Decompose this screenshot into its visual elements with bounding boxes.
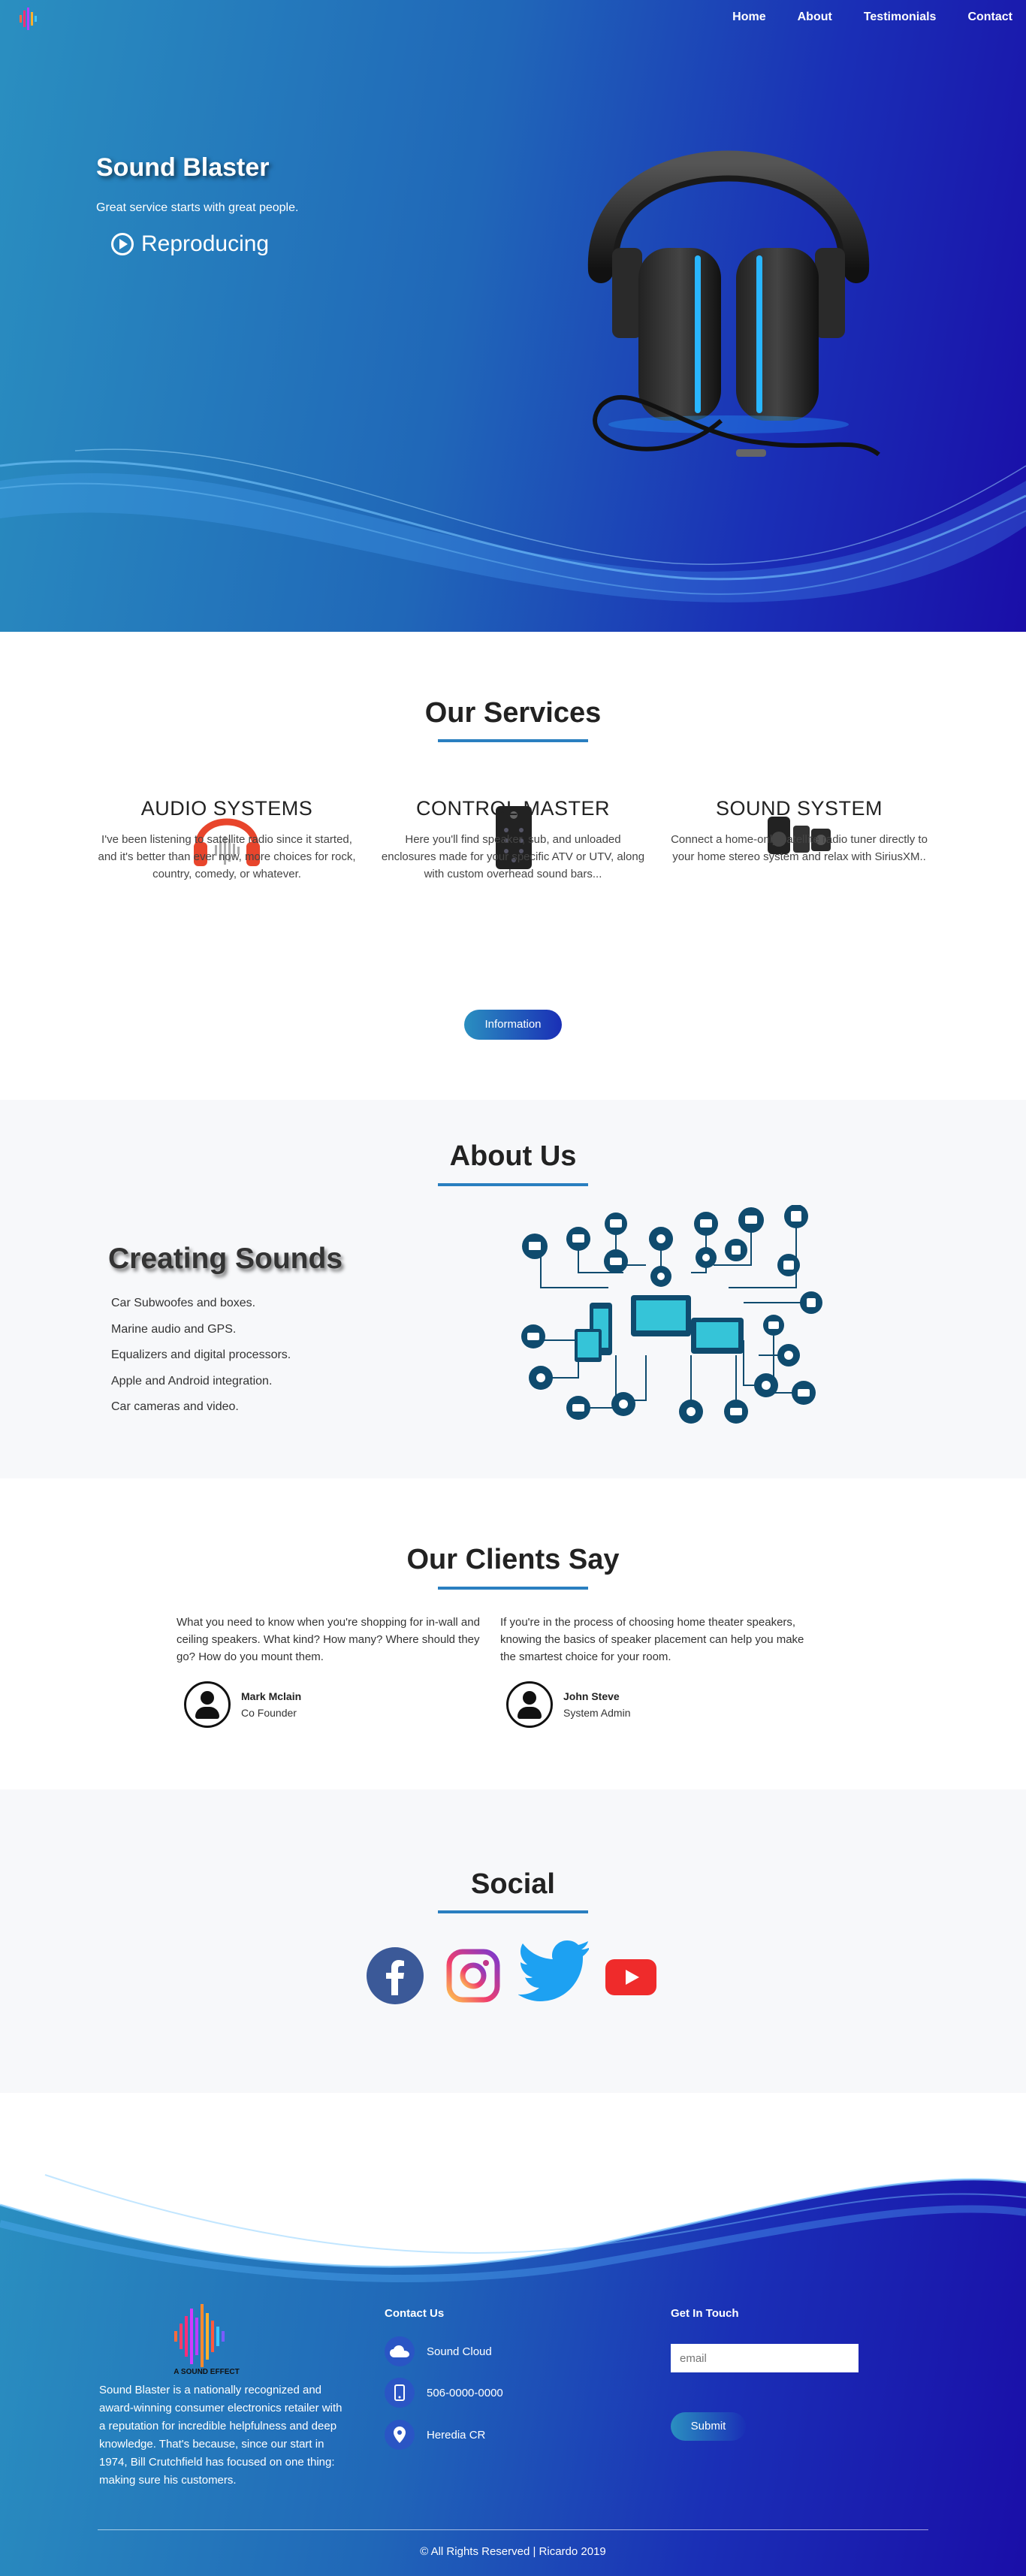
service-title: AUDIO SYSTEMS [140, 797, 313, 820]
headphones-hero-image [587, 150, 880, 457]
testimonial-quote: If you're in the process of choosing hom… [500, 1616, 804, 1663]
testimonials-section: Our Clients Say What you need to know wh… [0, 1478, 1026, 1789]
author-name: John Steve [563, 1690, 620, 1702]
contact-label: 506-0000-0000 [427, 2386, 503, 2399]
testimonial-author: John Steve System Admin [506, 1681, 630, 1728]
device-network-image [521, 1205, 822, 1424]
testimonials-underline [438, 1587, 588, 1590]
service-text: Here you'll find speaker, sub, and unloa… [381, 833, 645, 880]
services-section: Our Services AUDIO SYSTEMS I've been lis… [0, 632, 1026, 1100]
information-button[interactable]: Information [464, 1010, 562, 1040]
twitter-icon[interactable] [518, 1940, 589, 2003]
contact-label: Sound Cloud [427, 2345, 492, 2358]
service-title: CONTROL MASTER [415, 797, 610, 820]
about-list: Car Subwoofes and boxes. Marine audio an… [111, 1297, 291, 1427]
service-card: CONTROL MASTER Here you'll find speaker,… [378, 797, 648, 883]
contact-soundcloud[interactable]: Sound Cloud [385, 2336, 492, 2366]
service-text: Connect a home-only satellite radio tune… [671, 833, 928, 863]
author-role: System Admin [563, 1707, 631, 1719]
instagram-icon[interactable] [446, 1949, 500, 2003]
footer-wave-decoration [0, 2152, 1026, 2283]
avatar [506, 1681, 553, 1728]
play-label: Reproducing [141, 231, 270, 256]
facebook-icon[interactable] [367, 1947, 424, 2004]
services-title: Our Services [424, 697, 602, 729]
youtube-icon[interactable] [605, 1959, 656, 1995]
contact-phone[interactable]: 506-0000-0000 [385, 2378, 503, 2408]
play-button[interactable]: Reproducing [111, 231, 269, 257]
footer-logo-icon[interactable] [168, 2303, 243, 2369]
play-icon [111, 233, 134, 255]
submit-button[interactable]: Submit [671, 2412, 746, 2441]
contact-title: Contact Us [385, 2307, 445, 2320]
list-item: Apple and Android integration. [111, 1374, 273, 1388]
footer-logo-text: A SOUND EFFECT [174, 2368, 240, 2376]
footer-divider [98, 2529, 928, 2530]
author-role: Co Founder [241, 1707, 297, 1719]
service-card: SOUND SYSTEM Connect a home-only satelli… [664, 797, 934, 865]
services-underline [438, 739, 588, 742]
hero-subtitle: Great service starts with great people. [96, 201, 299, 214]
phone-icon [385, 2378, 415, 2408]
footer: A SOUND EFFECT Sound Blaster is a nation… [0, 2152, 1026, 2576]
testimonial-quote: What you need to know when you're shoppi… [177, 1616, 480, 1663]
map-pin-icon [385, 2420, 415, 2450]
about-title: About Us [449, 1140, 577, 1172]
about-section: About Us Creating Sounds Car Subwoofes a… [0, 1100, 1026, 1478]
nav-about[interactable]: About [798, 11, 832, 24]
list-item: Car cameras and video. [111, 1400, 239, 1413]
cloud-icon [385, 2336, 415, 2366]
email-field[interactable] [671, 2344, 859, 2372]
about-underline [438, 1183, 588, 1186]
nav-testimonials[interactable]: Testimonials [864, 11, 937, 24]
social-title: Social [471, 1868, 555, 1900]
testimonial-author: Mark Mclain Co Founder [184, 1681, 301, 1728]
list-item: Equalizers and digital processors. [111, 1348, 291, 1361]
hero-title: Sound Blaster [96, 153, 270, 182]
brand-logo-icon[interactable] [17, 6, 42, 32]
copyright-text: © All Rights Reserved | Ricardo 2019 [420, 2545, 606, 2558]
nav-home[interactable]: Home [732, 11, 765, 24]
contact-label: Heredia CR [427, 2428, 486, 2442]
social-section: Social [0, 1789, 1026, 2093]
nav-contact[interactable]: Contact [967, 11, 1012, 24]
testimonials-title: Our Clients Say [406, 1544, 620, 1575]
get-in-touch-title: Get In Touch [671, 2307, 739, 2320]
avatar [184, 1681, 231, 1728]
list-item: Car Subwoofes and boxes. [111, 1297, 256, 1309]
service-card: AUDIO SYSTEMS I've been listening to sat… [92, 797, 362, 883]
list-item: Marine audio and GPS. [111, 1322, 237, 1336]
social-underline [438, 1910, 588, 1913]
contact-location[interactable]: Heredia CR [385, 2420, 485, 2450]
about-heading: Creating Sounds [108, 1243, 343, 1275]
footer-about-text: Sound Blaster is a nationally recognized… [99, 2384, 343, 2487]
main-nav: Home About Testimonials Contact [732, 11, 1012, 24]
service-title: SOUND SYSTEM [715, 797, 883, 820]
service-text: I've been listening to satellite radio s… [98, 833, 356, 880]
hero-section: Home About Testimonials Contact Sound Bl… [0, 0, 1026, 632]
author-name: Mark Mclain [241, 1690, 302, 1702]
